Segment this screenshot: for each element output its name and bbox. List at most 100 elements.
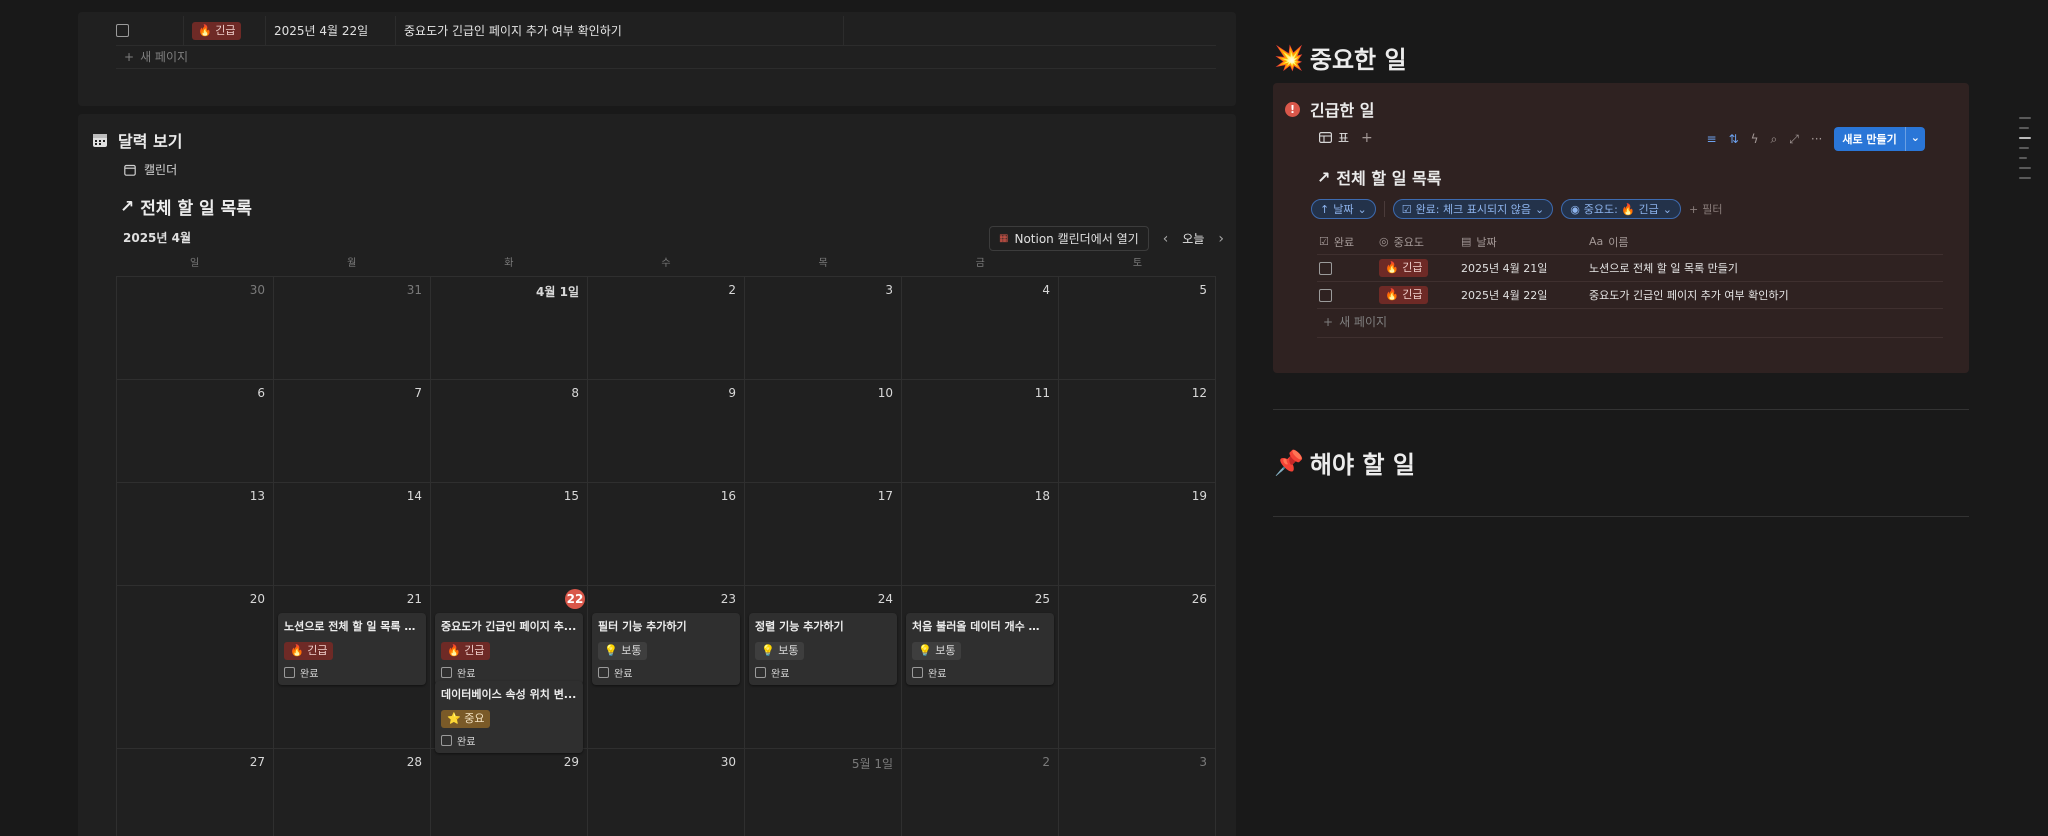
column-header-done[interactable]: ☑ 완료: [1317, 234, 1379, 250]
add-view-icon[interactable]: +: [1361, 130, 1373, 146]
calendar-day[interactable]: 18: [902, 483, 1059, 586]
calendar-day[interactable]: 2: [588, 277, 745, 380]
db-title[interactable]: ↗ 전체 할 일 목록: [1317, 165, 1441, 189]
calendar-day[interactable]: 2: [902, 749, 1059, 836]
calendar-day[interactable]: 11: [902, 380, 1059, 483]
calendar-day[interactable]: 13: [117, 483, 274, 586]
name-cell[interactable]: 중요도가 긴급인 페이지 추가 여부 확인하기: [1589, 287, 1943, 303]
sort-chip[interactable]: ↑ 날짜 ⌄: [1311, 199, 1376, 219]
done-checkbox[interactable]: [598, 667, 609, 678]
expand-icon[interactable]: ⤢: [1789, 132, 1799, 147]
event-card[interactable]: 정렬 기능 추가하기 💡 보통 완료: [749, 613, 897, 685]
calendar-day[interactable]: 17: [745, 483, 902, 586]
name-cell[interactable]: 노션으로 전체 할 일 목록 만들기: [1589, 260, 1943, 276]
new-button[interactable]: 새로 만들기 ⌄: [1834, 127, 1925, 151]
done-checkbox[interactable]: [912, 667, 923, 678]
row-checkbox-cell[interactable]: [116, 15, 184, 46]
calendar-day[interactable]: 3: [745, 277, 902, 380]
calendar-day[interactable]: 5: [1059, 277, 1216, 380]
calendar-day[interactable]: 4월 1일: [431, 277, 588, 380]
column-label: 중요도: [1393, 235, 1424, 249]
today-button[interactable]: 오늘: [1182, 230, 1204, 247]
sort-icon[interactable]: ⇅: [1729, 132, 1739, 146]
calendar-db-title[interactable]: ↗ 전체 할 일 목록: [120, 194, 252, 220]
done-checkbox[interactable]: [755, 667, 766, 678]
tab-calendar[interactable]: 캘린더: [124, 161, 177, 178]
date-cell[interactable]: 2025년 4월 21일: [1461, 260, 1589, 276]
calendar-day[interactable]: 6: [117, 380, 274, 483]
calendar-day[interactable]: 8: [431, 380, 588, 483]
row-checkbox[interactable]: [116, 24, 129, 37]
row-tag-cell[interactable]: 🔥 긴급: [184, 15, 266, 46]
column-header-name[interactable]: Aa 이름: [1589, 234, 1943, 250]
column-header-date[interactable]: ▤ 날짜: [1461, 234, 1589, 250]
chevron-down-icon[interactable]: ⌄: [1904, 127, 1925, 151]
outline-mark[interactable]: [2019, 147, 2029, 149]
event-card[interactable]: 필터 기능 추가하기 💡 보통 완료: [592, 613, 740, 685]
filter-chip-priority[interactable]: ◉ 중요도: 🔥 긴급 ⌄: [1561, 199, 1682, 219]
calendar-day[interactable]: 24 정렬 기능 추가하기 💡 보통 완료: [745, 586, 902, 749]
event-card[interactable]: 데이터베이스 속성 위치 변... ⭐ 중요 완료: [435, 681, 583, 753]
outline-mark[interactable]: [2019, 167, 2031, 169]
table-row[interactable]: 🔥 긴급 2025년 4월 22일 중요도가 긴급인 페이지 추가 여부 확인하…: [116, 15, 1216, 46]
calendar-day[interactable]: 25 처음 불러올 데이터 개수 지... 💡 보통 완료: [902, 586, 1059, 749]
db-toolbar: ≡ ⇅ ϟ ⌕ ⤢ ··· 새로 만들기 ⌄: [1707, 127, 1925, 151]
event-card[interactable]: 노션으로 전체 할 일 목록 만... 🔥 긴급 완료: [278, 613, 426, 685]
outline-mark[interactable]: [2019, 157, 2027, 159]
search-icon[interactable]: ⌕: [1771, 132, 1778, 147]
filter-icon[interactable]: ≡: [1707, 132, 1717, 146]
date-cell[interactable]: 2025년 4월 22일: [1461, 287, 1589, 303]
table-row[interactable]: 🔥 긴급 2025년 4월 21일 노션으로 전체 할 일 목록 만들기: [1317, 255, 1943, 282]
calendar-day[interactable]: 15: [431, 483, 588, 586]
more-icon[interactable]: ···: [1811, 132, 1822, 146]
outline-mark[interactable]: [2019, 177, 2031, 179]
calendar-day[interactable]: 30: [588, 749, 745, 836]
calendar-day[interactable]: 28: [274, 749, 431, 836]
calendar-day[interactable]: 4: [902, 277, 1059, 380]
done-checkbox[interactable]: [441, 667, 452, 678]
new-button-label[interactable]: 새로 만들기: [1834, 127, 1904, 151]
calendar-day[interactable]: 9: [588, 380, 745, 483]
calendar-day[interactable]: 21 노션으로 전체 할 일 목록 만... 🔥 긴급 완료: [274, 586, 431, 749]
calendar-day[interactable]: 22 중요도가 긴급인 페이지 추... 🔥 긴급 완료 데이터베이스 속성 위…: [431, 586, 588, 753]
calendar-day[interactable]: 10: [745, 380, 902, 483]
new-page-button[interactable]: + 새 페이지: [124, 48, 188, 65]
add-filter-button[interactable]: + 필터: [1689, 201, 1722, 217]
column-header-priority[interactable]: ◎ 중요도: [1379, 234, 1461, 250]
tab-table[interactable]: 표: [1319, 129, 1349, 146]
outline-mark[interactable]: [2019, 117, 2031, 119]
calendar-day[interactable]: 19: [1059, 483, 1216, 586]
next-month-icon[interactable]: ›: [1218, 231, 1224, 247]
outline-mark-active[interactable]: [2019, 137, 2031, 139]
done-checkbox[interactable]: [1319, 288, 1332, 302]
done-checkbox[interactable]: [441, 735, 452, 746]
calendar-day[interactable]: 7: [274, 380, 431, 483]
calendar-day[interactable]: 30: [117, 277, 274, 380]
row-date-cell[interactable]: 2025년 4월 22일: [266, 15, 396, 46]
calendar-day[interactable]: 5월 1일: [745, 749, 902, 836]
calendar-day[interactable]: 31: [274, 277, 431, 380]
done-checkbox[interactable]: [284, 667, 295, 678]
calendar-day[interactable]: 29: [431, 749, 588, 836]
outline-mark[interactable]: [2019, 127, 2029, 129]
calendar-day[interactable]: 23 필터 기능 추가하기 💡 보통 완료: [588, 586, 745, 749]
page-outline-minimap[interactable]: [2019, 117, 2031, 179]
prev-month-icon[interactable]: ‹: [1163, 231, 1169, 247]
calendar-day[interactable]: 12: [1059, 380, 1216, 483]
calendar-day[interactable]: 27: [117, 749, 274, 836]
calendar-day[interactable]: 16: [588, 483, 745, 586]
done-checkbox[interactable]: [1319, 261, 1332, 275]
new-page-button[interactable]: + 새 페이지: [1323, 313, 1387, 330]
row-name-cell[interactable]: 중요도가 긴급인 페이지 추가 여부 확인하기: [396, 15, 844, 46]
calendar-day[interactable]: 3: [1059, 749, 1216, 836]
calendar-day[interactable]: 14: [274, 483, 431, 586]
text-icon: Aa: [1589, 235, 1604, 248]
event-card[interactable]: 처음 불러올 데이터 개수 지... 💡 보통 완료: [906, 613, 1054, 685]
calendar-day[interactable]: 26: [1059, 586, 1216, 749]
calendar-day[interactable]: 20: [117, 586, 274, 749]
table-row[interactable]: 🔥 긴급 2025년 4월 22일 중요도가 긴급인 페이지 추가 여부 확인하…: [1317, 282, 1943, 309]
automation-icon[interactable]: ϟ: [1751, 132, 1759, 146]
filter-chip-done[interactable]: ☑ 완료: 체크 표시되지 않음 ⌄: [1392, 199, 1554, 219]
open-notion-calendar-button[interactable]: ▦ Notion 캘린더에서 열기: [989, 226, 1149, 251]
event-card[interactable]: 중요도가 긴급인 페이지 추... 🔥 긴급 완료: [435, 613, 583, 685]
